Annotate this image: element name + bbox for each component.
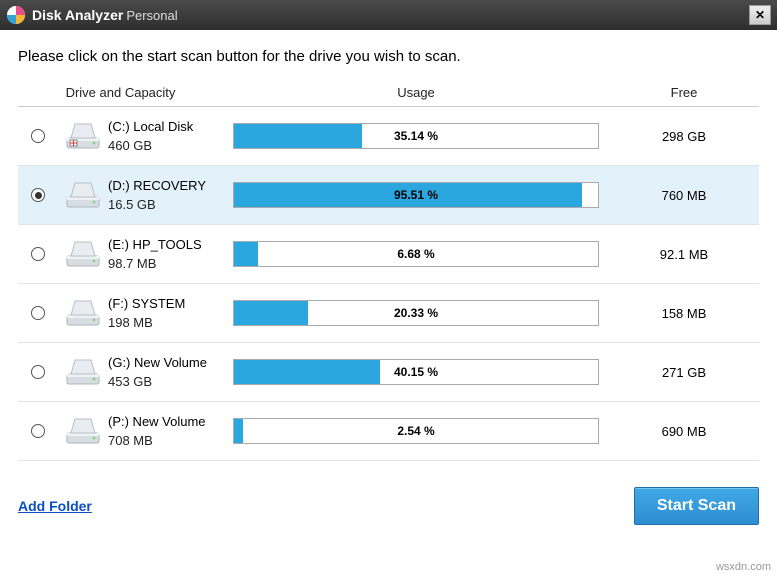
drive-row[interactable]: (D:) RECOVERY 16.5 GB 95.51 % 760 MB <box>18 166 759 225</box>
instruction-text: Please click on the start scan button fo… <box>18 48 759 65</box>
usage-cell: 2.54 % <box>223 418 609 444</box>
usage-bar: 20.33 % <box>233 300 599 326</box>
drive-icon-cell <box>58 120 108 152</box>
drive-capacity: 460 GB <box>108 138 223 153</box>
usage-label: 20.33 % <box>234 301 598 325</box>
drive-icon-cell <box>58 179 108 211</box>
usage-label: 35.14 % <box>234 124 598 148</box>
usage-bar: 40.15 % <box>233 359 599 385</box>
drive-name: (G:) New Volume <box>108 355 223 370</box>
drive-name: (C:) Local Disk <box>108 119 223 134</box>
footer: Add Folder Start Scan <box>0 471 777 541</box>
drive-radio[interactable] <box>31 247 45 261</box>
drive-name: (D:) RECOVERY <box>108 178 223 193</box>
usage-bar: 35.14 % <box>233 123 599 149</box>
drive-info: (C:) Local Disk 460 GB <box>108 119 223 153</box>
hard-drive-icon <box>65 238 101 270</box>
drive-radio[interactable] <box>31 365 45 379</box>
drive-row[interactable]: (G:) New Volume 453 GB 40.15 % 271 GB <box>18 343 759 402</box>
drive-icon-cell <box>58 297 108 329</box>
drive-info: (P:) New Volume 708 MB <box>108 414 223 448</box>
usage-cell: 20.33 % <box>223 300 609 326</box>
usage-label: 40.15 % <box>234 360 598 384</box>
usage-label: 95.51 % <box>234 183 598 207</box>
usage-cell: 95.51 % <box>223 182 609 208</box>
add-folder-link[interactable]: Add Folder <box>18 498 92 514</box>
drive-row[interactable]: (F:) SYSTEM 198 MB 20.33 % 158 MB <box>18 284 759 343</box>
drive-icon-cell <box>58 356 108 388</box>
start-scan-button[interactable]: Start Scan <box>634 487 759 525</box>
drive-radio[interactable] <box>31 188 45 202</box>
column-header-drive: Drive and Capacity <box>18 85 223 100</box>
drive-capacity: 16.5 GB <box>108 197 223 212</box>
drive-radio[interactable] <box>31 306 45 320</box>
usage-bar: 2.54 % <box>233 418 599 444</box>
drive-capacity: 708 MB <box>108 433 223 448</box>
drive-radio[interactable] <box>31 129 45 143</box>
radio-cell <box>18 306 58 320</box>
usage-label: 6.68 % <box>234 242 598 266</box>
drive-row[interactable]: (E:) HP_TOOLS 98.7 MB 6.68 % 92.1 MB <box>18 225 759 284</box>
watermark: wsxdn.com <box>716 561 771 573</box>
drive-capacity: 98.7 MB <box>108 256 223 271</box>
drive-name: (E:) HP_TOOLS <box>108 237 223 252</box>
radio-cell <box>18 129 58 143</box>
free-space: 92.1 MB <box>609 247 759 262</box>
app-title: Disk Analyzer <box>32 7 123 23</box>
usage-label: 2.54 % <box>234 419 598 443</box>
drive-row[interactable]: (P:) New Volume 708 MB 2.54 % 690 MB <box>18 402 759 461</box>
drive-info: (F:) SYSTEM 198 MB <box>108 296 223 330</box>
hard-drive-icon <box>65 120 101 152</box>
drive-info: (D:) RECOVERY 16.5 GB <box>108 178 223 212</box>
usage-cell: 35.14 % <box>223 123 609 149</box>
titlebar: Disk Analyzer Personal ✕ <box>0 0 777 30</box>
free-space: 271 GB <box>609 365 759 380</box>
table-header: Drive and Capacity Usage Free <box>18 79 759 107</box>
usage-bar: 95.51 % <box>233 182 599 208</box>
drive-icon-cell <box>58 415 108 447</box>
app-subtitle: Personal <box>126 8 177 23</box>
close-icon: ✕ <box>755 8 765 22</box>
drive-info: (G:) New Volume 453 GB <box>108 355 223 389</box>
drive-radio[interactable] <box>31 424 45 438</box>
free-space: 298 GB <box>609 129 759 144</box>
drive-name: (F:) SYSTEM <box>108 296 223 311</box>
free-space: 158 MB <box>609 306 759 321</box>
radio-cell <box>18 365 58 379</box>
hard-drive-icon <box>65 356 101 388</box>
drive-icon-cell <box>58 238 108 270</box>
radio-cell <box>18 424 58 438</box>
app-icon <box>6 5 26 25</box>
usage-cell: 40.15 % <box>223 359 609 385</box>
drive-capacity: 198 MB <box>108 315 223 330</box>
radio-cell <box>18 188 58 202</box>
drive-info: (E:) HP_TOOLS 98.7 MB <box>108 237 223 271</box>
drive-list: (C:) Local Disk 460 GB 35.14 % 298 GB (D… <box>18 107 759 461</box>
hard-drive-icon <box>65 179 101 211</box>
radio-cell <box>18 247 58 261</box>
column-header-free: Free <box>609 85 759 100</box>
drive-name: (P:) New Volume <box>108 414 223 429</box>
column-header-usage: Usage <box>223 85 609 100</box>
close-button[interactable]: ✕ <box>749 5 771 25</box>
drive-capacity: 453 GB <box>108 374 223 389</box>
usage-bar: 6.68 % <box>233 241 599 267</box>
hard-drive-icon <box>65 297 101 329</box>
usage-cell: 6.68 % <box>223 241 609 267</box>
hard-drive-icon <box>65 415 101 447</box>
free-space: 690 MB <box>609 424 759 439</box>
free-space: 760 MB <box>609 188 759 203</box>
drive-row[interactable]: (C:) Local Disk 460 GB 35.14 % 298 GB <box>18 107 759 166</box>
